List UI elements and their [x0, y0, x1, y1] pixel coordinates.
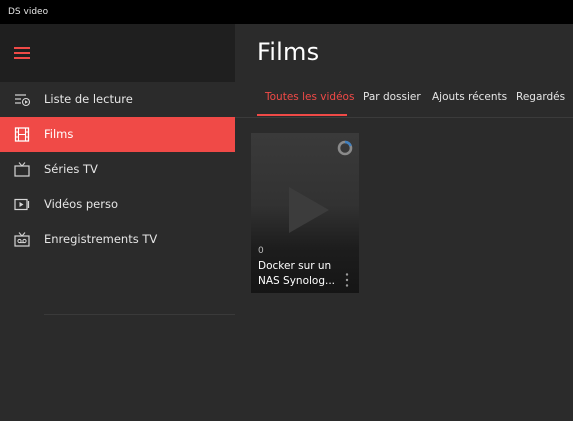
tab-toutes-les-videos[interactable]: Toutes les vidéos — [265, 82, 354, 113]
sidebar-item-playlist[interactable]: Liste de lecture — [0, 82, 235, 117]
sidebar-item-label: Liste de lecture — [44, 92, 133, 106]
sidebar-item-videos-perso[interactable]: Vidéos perso — [0, 187, 235, 222]
hamburger-menu-icon[interactable] — [14, 47, 30, 60]
sidebar-item-series-tv[interactable]: Séries TV — [0, 152, 235, 187]
play-icon — [289, 187, 329, 233]
sidebar: Liste de lecture Films Séries TV Vidéos … — [0, 24, 235, 421]
main-content: Films Toutes les vidéos Par dossier Ajou… — [235, 24, 573, 421]
film-icon — [14, 127, 30, 142]
more-options-icon[interactable] — [344, 272, 350, 288]
sidebar-item-label: Films — [44, 127, 74, 141]
page-title: Films — [257, 38, 320, 66]
tab-bar: Toutes les vidéos Par dossier Ajouts réc… — [235, 82, 573, 118]
video-card[interactable]: 0 Docker sur un NAS Synolog... — [251, 133, 359, 293]
video-count: 0 — [258, 246, 264, 256]
active-tab-indicator — [257, 114, 347, 116]
window-title-bar: DS video — [0, 0, 573, 24]
tab-ajouts-recents[interactable]: Ajouts récents — [432, 82, 507, 113]
tv-icon — [14, 162, 30, 177]
tv-recording-icon — [14, 232, 30, 247]
watch-status-icon — [337, 140, 353, 156]
playlist-icon — [15, 94, 30, 107]
window-title: DS video — [8, 7, 49, 17]
tab-regardes[interactable]: Regardés — [516, 82, 565, 113]
sidebar-item-label: Séries TV — [44, 162, 98, 176]
tab-par-dossier[interactable]: Par dossier — [363, 82, 421, 113]
video-title: Docker sur un NAS Synolog... — [258, 260, 336, 287]
sidebar-item-films[interactable]: Films — [0, 117, 235, 152]
sidebar-item-label: Enregistrements TV — [44, 232, 158, 246]
video-icon — [14, 198, 30, 211]
sidebar-divider — [44, 314, 235, 315]
sidebar-nav: Liste de lecture Films Séries TV Vidéos … — [0, 82, 235, 421]
sidebar-item-enregistrements-tv[interactable]: Enregistrements TV — [0, 222, 235, 257]
sidebar-item-label: Vidéos perso — [44, 197, 118, 211]
